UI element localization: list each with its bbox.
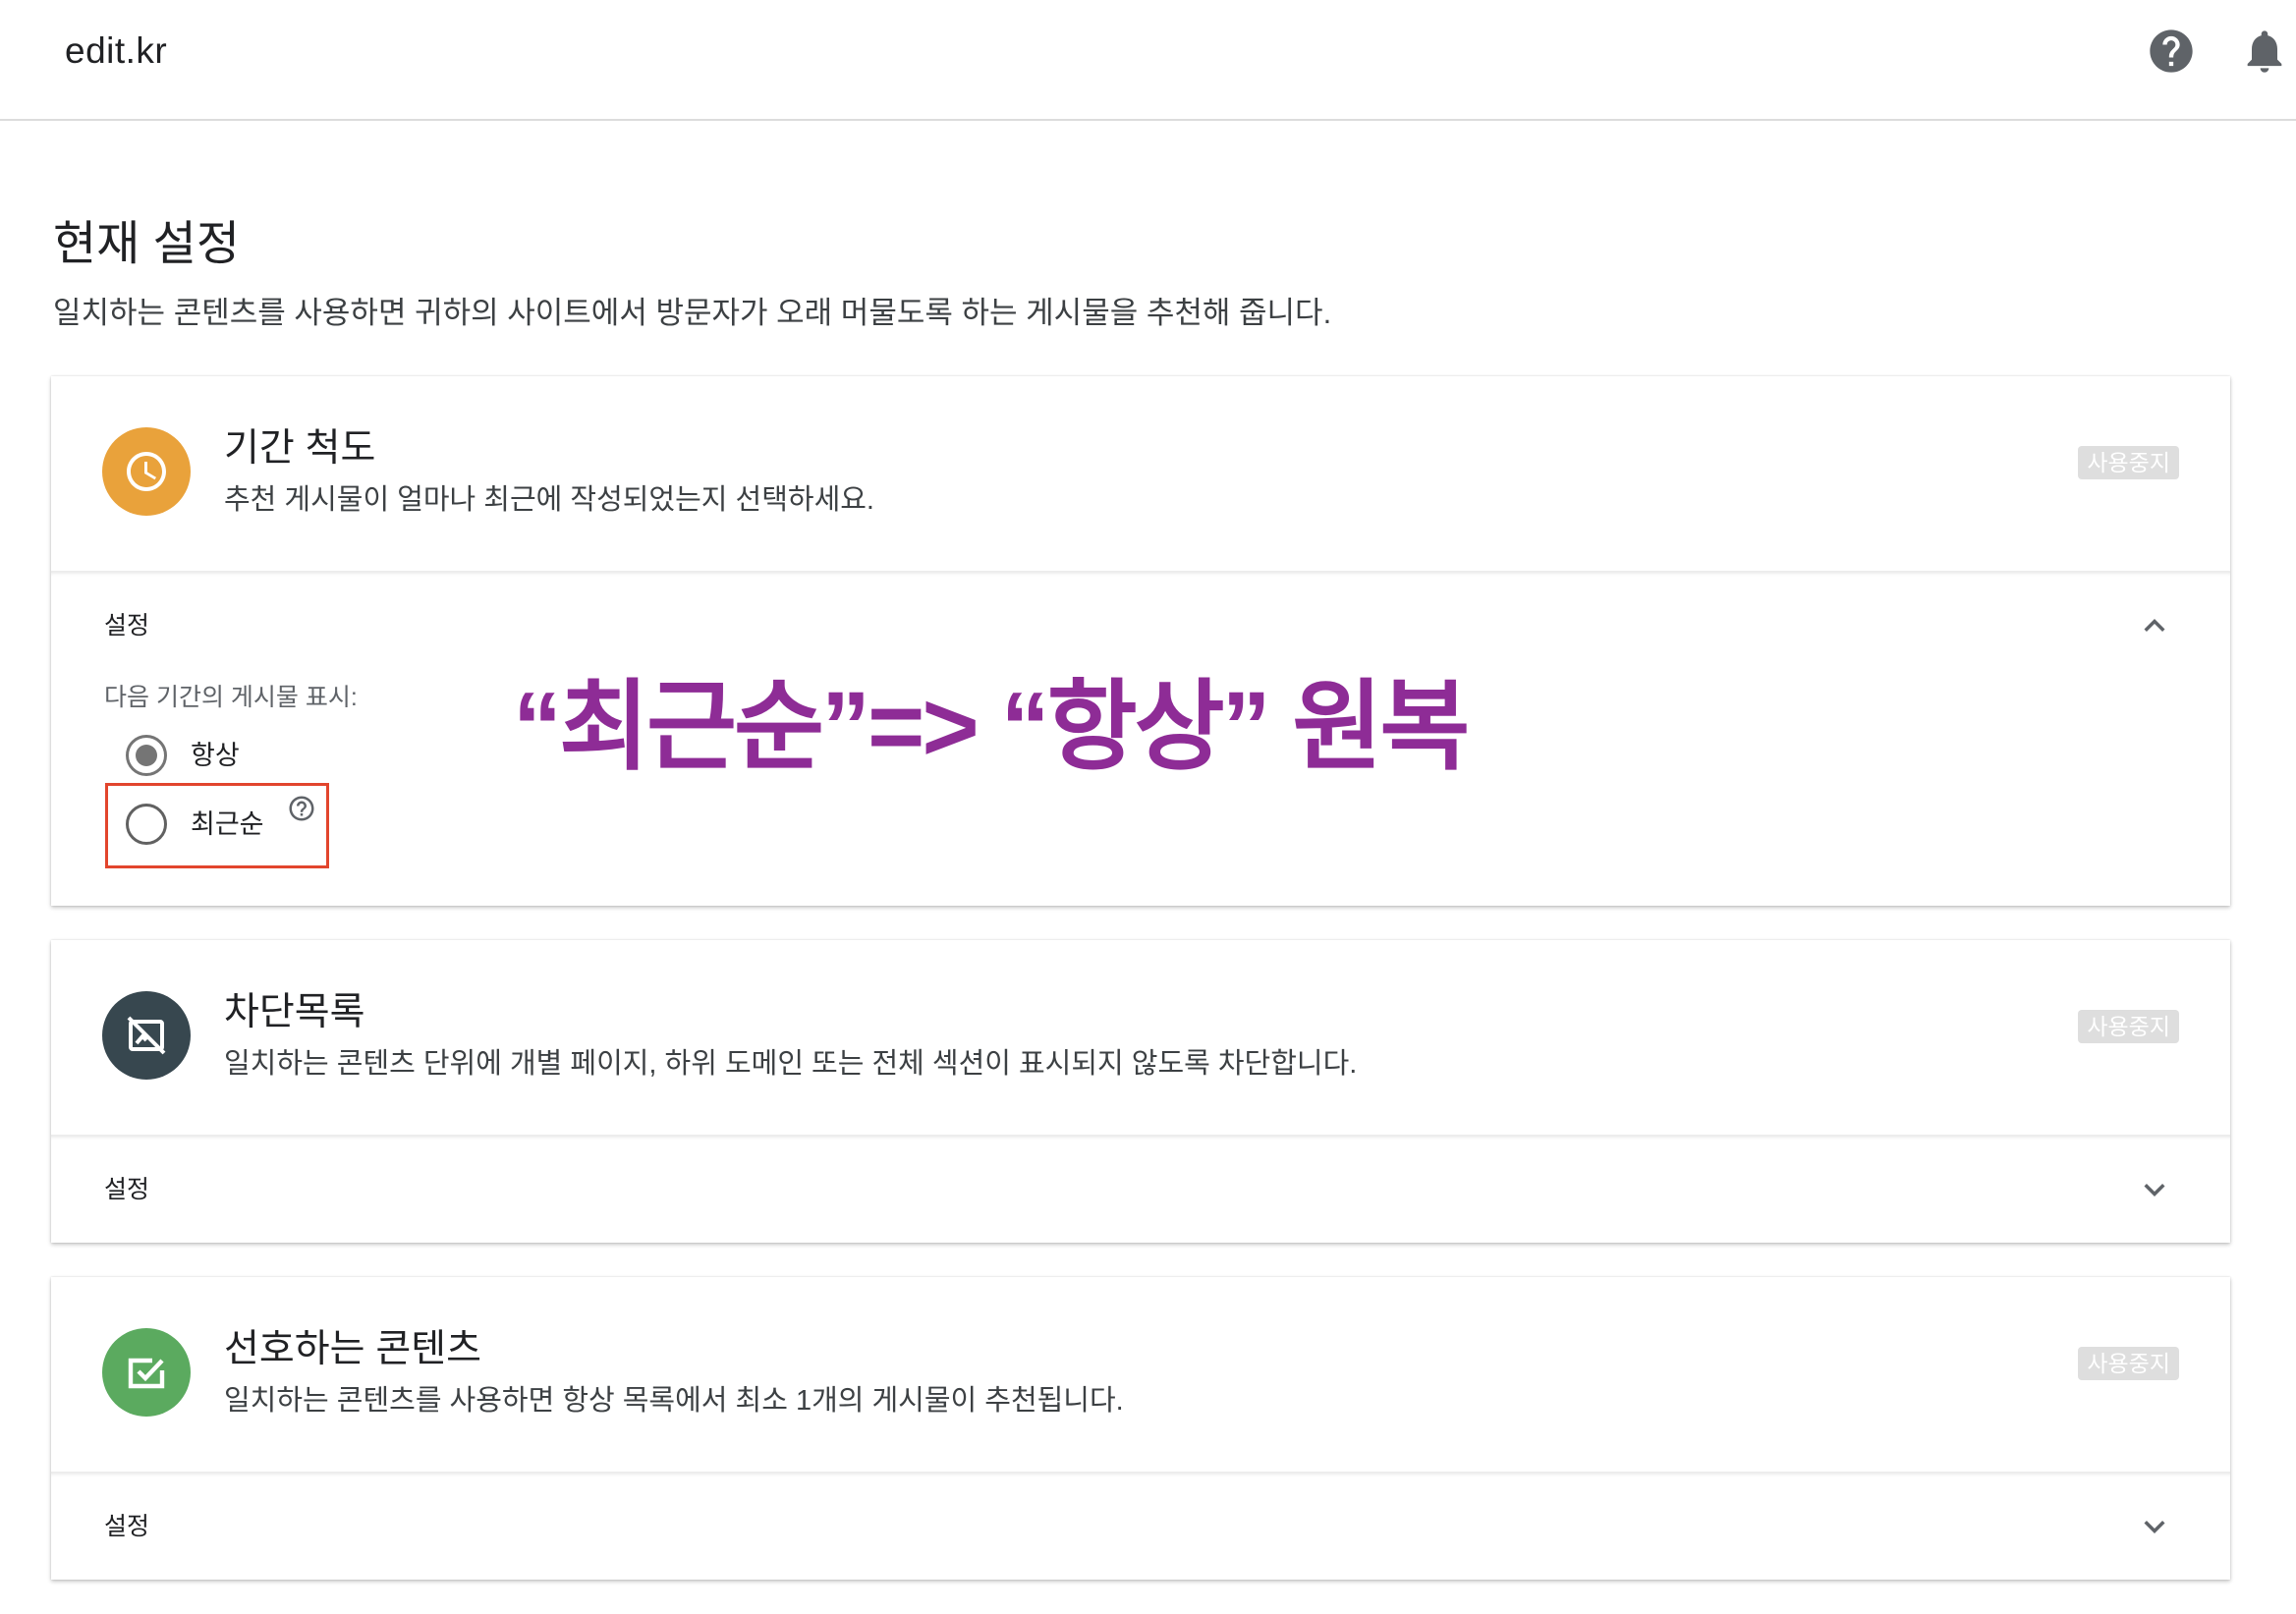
card-description: 일치하는 콘텐츠 단위에 개별 페이지, 하위 도메인 또는 전체 섹션이 표시… [224, 1048, 1358, 1080]
radio-label[interactable]: 항상 [191, 740, 240, 771]
page-description: 일치하는 콘텐츠를 사용하면 귀하의 사이트에서 방문자가 오래 머물도록 하는… [53, 296, 1332, 330]
app-title[interactable]: edit.kr [65, 29, 167, 73]
card-header: 차단목록 일치하는 콘텐츠 단위에 개별 페이지, 하위 도메인 또는 전체 섹… [51, 940, 2230, 1135]
settings-toggle[interactable]: 설정 [51, 1473, 2230, 1580]
bell-icon[interactable] [2239, 26, 2290, 77]
status-badge: 사용중지 [2078, 446, 2179, 479]
card-preferred-content: 선호하는 콘텐츠 일치하는 콘텐츠를 사용하면 항상 목록에서 최소 1개의 게… [51, 1277, 2230, 1580]
radio-button[interactable] [126, 735, 167, 776]
help-icon[interactable] [2146, 26, 2197, 77]
card-title: 선호하는 콘텐츠 [224, 1328, 481, 1370]
chevron-down-icon[interactable] [2134, 1169, 2175, 1210]
card-time-scale: 기간 척도 추천 게시물이 얼마나 최근에 작성되었는지 선택하세요. 사용중지… [51, 376, 2230, 906]
annotation-text: “최근순”=> “항상” 원복 [513, 672, 1470, 782]
block-icon [102, 991, 191, 1080]
chevron-up-icon[interactable] [2134, 605, 2175, 646]
period-prompt: 다음 기간의 게시물 표시: [104, 684, 358, 711]
status-badge: 사용중지 [2078, 1347, 2179, 1380]
card-title: 기간 척도 [224, 427, 376, 470]
card-title: 차단목록 [224, 991, 365, 1033]
status-badge: 사용중지 [2078, 1010, 2179, 1043]
settings-toggle[interactable]: 설정 [51, 572, 2230, 679]
settings-label: 설정 [104, 612, 150, 640]
card-description: 일치하는 콘텐츠를 사용하면 항상 목록에서 최소 1개의 게시물이 추천됩니다… [224, 1385, 1124, 1417]
card-settings: 설정 [51, 1135, 2230, 1243]
chevron-down-icon[interactable] [2134, 1506, 2175, 1547]
page-title: 현재 설정 [53, 218, 240, 270]
highlight-box [105, 783, 329, 868]
card-description: 추천 게시물이 얼마나 최근에 작성되었는지 선택하세요. [224, 484, 874, 516]
clock-icon [102, 427, 191, 516]
card-header: 선호하는 콘텐츠 일치하는 콘텐츠를 사용하면 항상 목록에서 최소 1개의 게… [51, 1277, 2230, 1472]
card-blocklist: 차단목록 일치하는 콘텐츠 단위에 개별 페이지, 하위 도메인 또는 전체 섹… [51, 940, 2230, 1243]
top-bar: edit.kr [0, 0, 2296, 121]
checkbox-icon [102, 1328, 191, 1417]
card-settings: 설정 [51, 1472, 2230, 1580]
settings-toggle[interactable]: 설정 [51, 1136, 2230, 1243]
settings-label: 설정 [104, 1513, 150, 1540]
card-header: 기간 척도 추천 게시물이 얼마나 최근에 작성되었는지 선택하세요. 사용중지 [51, 376, 2230, 571]
settings-label: 설정 [104, 1176, 150, 1203]
